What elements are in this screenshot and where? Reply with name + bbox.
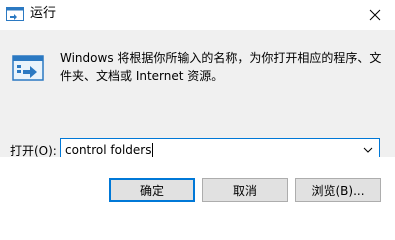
- run-app-icon: [6, 6, 24, 21]
- open-input[interactable]: control folders: [65, 142, 152, 158]
- window-title: 运行: [30, 6, 57, 21]
- browse-button[interactable]: 浏览(B)...: [295, 178, 381, 202]
- title-bar: 运行: [0, 0, 395, 30]
- cancel-button[interactable]: 取消: [202, 178, 288, 202]
- close-icon: [369, 9, 381, 21]
- run-icon: [12, 55, 44, 81]
- dialog-body: Windows 将根据你所输入的名称，为你打开相应的程序、文件夹、文档或 Int…: [0, 30, 395, 162]
- chevron-down-icon: [363, 147, 373, 153]
- dialog-footer: 确定 取消 浏览(B)...: [0, 157, 395, 228]
- dialog-description: Windows 将根据你所输入的名称，为你打开相应的程序、文件夹、文档或 Int…: [60, 51, 382, 83]
- close-button[interactable]: [355, 0, 395, 30]
- ok-button[interactable]: 确定: [109, 178, 195, 202]
- text-caret: [152, 143, 153, 158]
